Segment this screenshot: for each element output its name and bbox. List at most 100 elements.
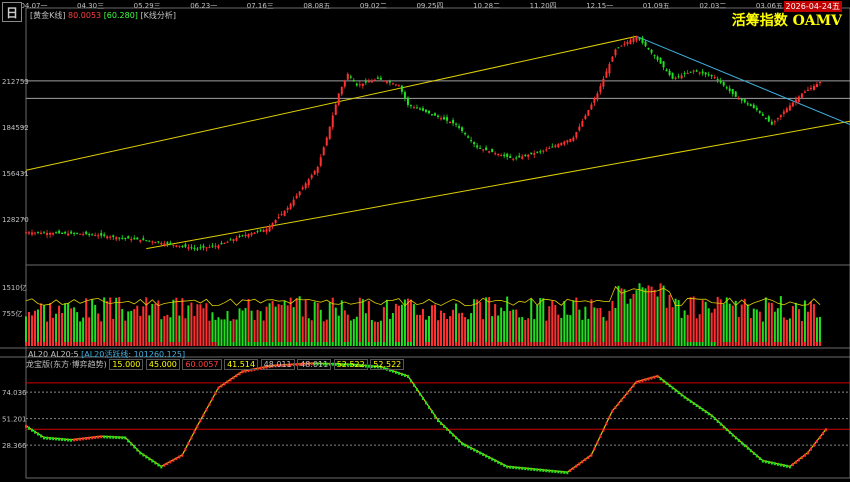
candle-body — [106, 236, 109, 239]
oscillator-marker — [46, 436, 49, 440]
volume-strip — [28, 342, 31, 346]
volume-strip — [527, 342, 530, 346]
oscillator-marker — [611, 409, 614, 413]
candle-body — [376, 77, 379, 79]
volume-bar — [370, 319, 373, 342]
candle-body — [364, 81, 367, 83]
volume-bar — [566, 314, 569, 342]
candle-body — [473, 142, 476, 145]
candle-body — [662, 61, 665, 68]
volume-bar — [88, 317, 91, 342]
volume-strip — [376, 342, 379, 346]
volume-strip — [560, 342, 563, 346]
volume-bar — [388, 318, 391, 342]
volume-strip — [812, 342, 815, 346]
volume-bar — [337, 315, 340, 342]
oscillator-marker — [70, 438, 73, 442]
volume-strip — [136, 342, 139, 346]
volume-bar — [578, 309, 581, 342]
osc-legend-8: 52.522 — [370, 359, 405, 370]
oscillator-marker — [190, 436, 193, 440]
oscillator-marker — [590, 453, 593, 457]
volume-strip — [683, 342, 686, 346]
volume-bar — [551, 300, 554, 342]
volume-strip — [467, 342, 470, 346]
volume-strip — [530, 342, 533, 346]
oscillator-marker — [151, 459, 154, 463]
volume-strip — [124, 342, 127, 346]
x-tick-label: 04.07一 — [20, 2, 47, 10]
oscillator-marker — [542, 468, 545, 472]
volume-bar — [277, 304, 280, 342]
oscillator-marker — [599, 434, 602, 438]
candle-body — [734, 91, 737, 97]
menu-icon[interactable]: 日 — [2, 2, 22, 22]
candle-body — [812, 85, 815, 91]
oscillator-marker — [497, 460, 500, 464]
volume-bar — [196, 304, 199, 342]
oscillator-marker — [473, 448, 476, 452]
volume-bar — [803, 300, 806, 342]
candle-body — [271, 223, 274, 227]
oscillator-marker — [455, 436, 458, 440]
volume-bar — [265, 306, 268, 342]
volume-bar — [286, 305, 289, 342]
candle-body — [178, 245, 181, 247]
volume-bar — [818, 316, 821, 342]
candle-body — [64, 231, 67, 234]
candle-body — [34, 232, 37, 234]
volume-bar — [707, 308, 710, 342]
volume-strip — [800, 342, 803, 346]
volume-strip — [406, 342, 409, 346]
volume-bar — [728, 303, 731, 342]
volume-bar — [668, 294, 671, 342]
oscillator-marker — [82, 437, 85, 441]
volume-strip — [61, 342, 64, 346]
oscillator-marker — [406, 374, 409, 378]
candle-body — [340, 86, 343, 95]
oscillator-marker — [737, 438, 740, 442]
volume-bar — [806, 311, 809, 342]
volume-bar — [521, 317, 524, 342]
candle-body — [88, 233, 91, 235]
volume-strip — [731, 342, 734, 346]
candle-body — [70, 231, 73, 234]
volume-strip — [794, 342, 797, 346]
volume-strip — [157, 342, 160, 346]
candle-body — [37, 231, 40, 233]
candle-body — [665, 69, 668, 72]
candle-body — [749, 104, 752, 107]
candle-body — [575, 132, 578, 138]
volume-bar — [518, 317, 521, 342]
candle-body — [424, 109, 427, 112]
oscillator-marker — [175, 457, 178, 461]
candle-body — [232, 239, 235, 242]
oscillator-marker — [683, 395, 686, 399]
candle-body — [641, 37, 644, 43]
volume-strip — [238, 342, 241, 346]
candle-body — [127, 236, 130, 239]
candle-body — [722, 82, 725, 86]
volume-bar — [665, 307, 668, 342]
volume-bar — [202, 308, 205, 342]
oscillator-marker — [226, 380, 229, 384]
chart-frame — [25, 7, 850, 479]
volume-bar — [304, 299, 307, 342]
volume-bar — [785, 319, 788, 342]
volume-bar — [301, 316, 304, 342]
volume-strip — [121, 342, 124, 346]
osc-tick-label: 51.201 — [2, 416, 27, 424]
candle-body — [656, 56, 659, 60]
volume-strip — [713, 342, 716, 346]
volume-strip — [494, 342, 497, 346]
volume-bar — [524, 320, 527, 342]
volume-bar — [82, 317, 85, 342]
oscillator-marker — [734, 436, 737, 440]
volume-bar — [620, 288, 623, 342]
candle-body — [737, 98, 740, 100]
candle-body — [551, 146, 554, 148]
oscillator-marker — [55, 437, 58, 441]
volume-strip — [476, 342, 479, 346]
volume-bar — [446, 318, 449, 342]
chart-canvas[interactable]: 04.07一 04.30三 05.29三 06.23一 07.16三 08.08五 09.0… — [0, 0, 850, 482]
